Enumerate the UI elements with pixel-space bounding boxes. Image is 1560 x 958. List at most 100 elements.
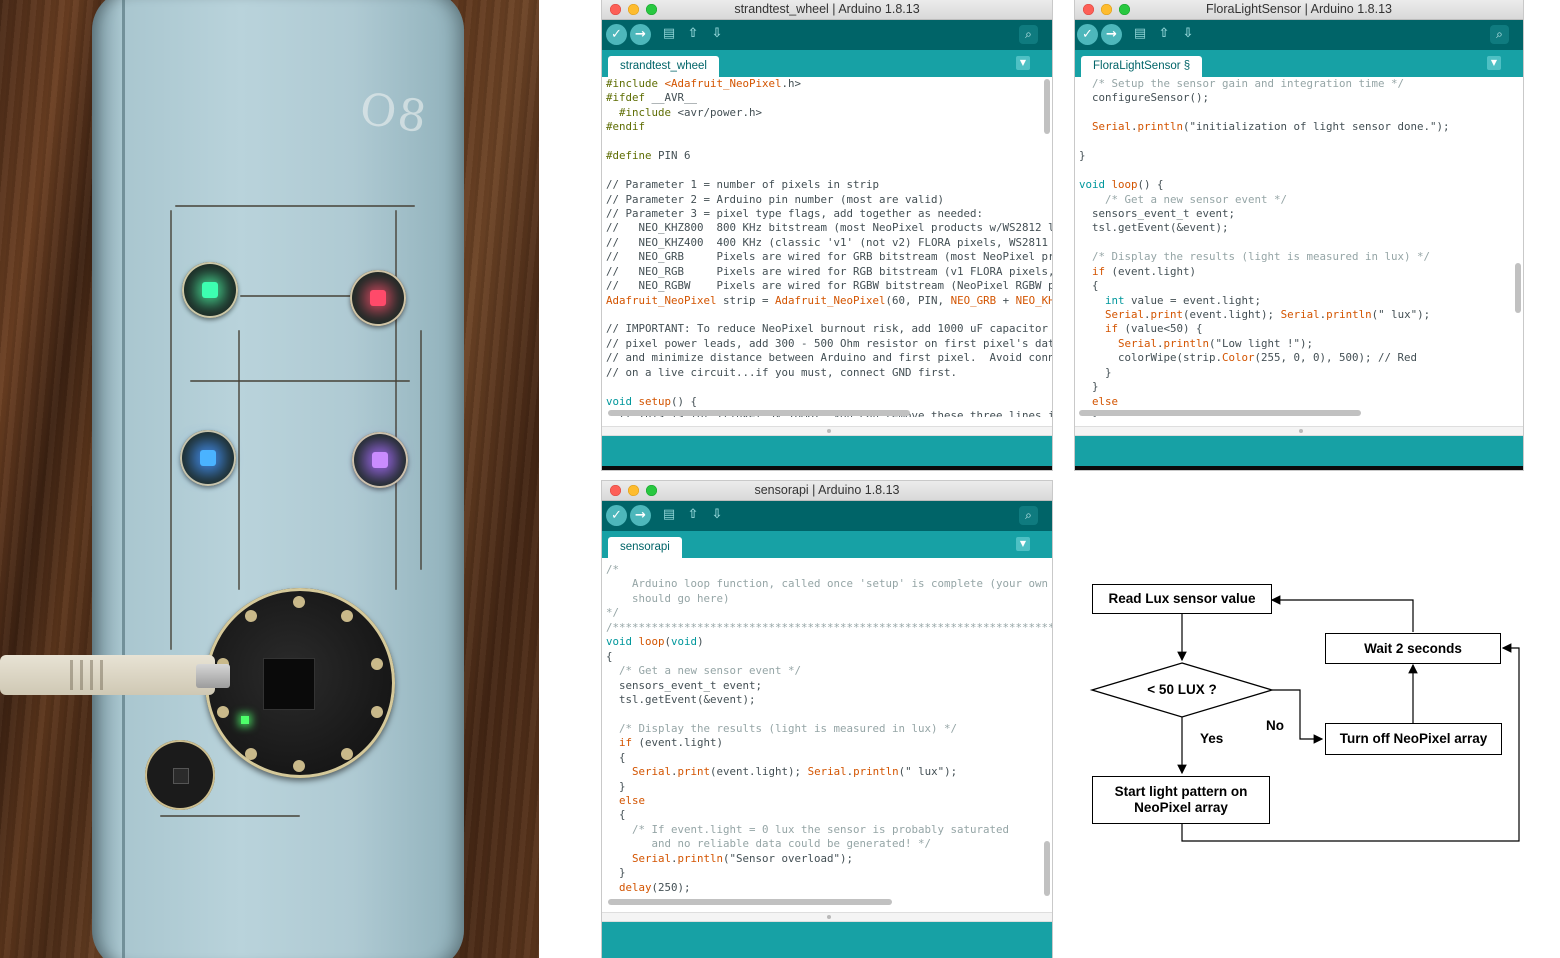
editor-console-divider[interactable] (602, 426, 1052, 436)
horizontal-scrollbar[interactable] (608, 410, 910, 416)
code-line[interactable]: Serial.print(event.light); Serial.printl… (606, 765, 1052, 779)
code-line[interactable]: } (606, 780, 1052, 794)
vertical-scrollbar[interactable] (1044, 79, 1050, 134)
new-sketch-button[interactable]: ▤ (660, 506, 678, 524)
verify-button[interactable]: ✓ (1077, 24, 1098, 45)
code-editor[interactable]: /* Arduino loop function, called once 's… (602, 558, 1052, 906)
code-line[interactable]: #include <avr/power.h> (606, 106, 1052, 120)
code-line[interactable]: // NEO_KHZ800 800 KHz bitstream (most Ne… (606, 221, 1052, 235)
upload-button[interactable]: → (1101, 24, 1122, 45)
code-line[interactable]: ​ (606, 135, 1052, 149)
code-line[interactable]: } (1079, 149, 1523, 163)
verify-button[interactable]: ✓ (606, 24, 627, 45)
code-line[interactable]: } (1079, 366, 1523, 380)
code-line[interactable]: // pixel power leads, add 300 - 500 Ohm … (606, 337, 1052, 351)
code-line[interactable]: { (606, 751, 1052, 765)
horizontal-scrollbar[interactable] (1079, 410, 1361, 416)
code-line[interactable]: { (1079, 279, 1523, 293)
open-sketch-button[interactable]: ⇧ (684, 25, 702, 43)
code-line[interactable]: colorWipe(strip.Color(255, 0, 0), 500); … (1079, 351, 1523, 365)
code-line[interactable]: } (606, 866, 1052, 880)
code-line[interactable]: else (606, 794, 1052, 808)
tab-menu-button[interactable]: ▼ (1016, 56, 1030, 70)
vertical-scrollbar[interactable] (1044, 841, 1050, 896)
code-line[interactable]: int value = event.light; (1079, 294, 1523, 308)
save-sketch-button[interactable]: ⇩ (1179, 25, 1197, 43)
code-line[interactable]: if (event.light) (606, 736, 1052, 750)
code-line[interactable]: tsl.getEvent(&event); (606, 693, 1052, 707)
code-line[interactable]: // NEO_RGB Pixels are wired for RGB bits… (606, 265, 1052, 279)
save-sketch-button[interactable]: ⇩ (708, 506, 726, 524)
serial-monitor-button[interactable]: ⌕ (1019, 506, 1038, 525)
tab-floralightsensor[interactable]: FloraLightSensor § (1081, 56, 1203, 77)
code-line[interactable]: /* If event.light = 0 lux the sensor is … (606, 823, 1052, 837)
code-editor[interactable]: /* Setup the sensor gain and integration… (1075, 77, 1523, 417)
tab-strandtest-wheel[interactable]: strandtest_wheel (608, 56, 719, 77)
code-text[interactable]: /* Arduino loop function, called once 's… (602, 558, 1052, 895)
editor-console-divider[interactable] (602, 912, 1052, 922)
code-line[interactable]: Adafruit_NeoPixel strip = Adafruit_NeoPi… (606, 294, 1052, 308)
code-line[interactable]: /***************************************… (606, 621, 1052, 635)
code-line[interactable]: { (606, 808, 1052, 822)
code-line[interactable]: ​ (606, 380, 1052, 394)
code-line[interactable]: if (value<50) { (1079, 322, 1523, 336)
code-line[interactable]: Serial.print(event.light); Serial.printl… (1079, 308, 1523, 322)
maximize-window-button[interactable] (646, 485, 657, 496)
code-line[interactable]: /* (606, 563, 1052, 577)
code-line[interactable]: ​ (1079, 236, 1523, 250)
title-bar[interactable]: sensorapi | Arduino 1.8.13 (602, 481, 1052, 501)
save-sketch-button[interactable]: ⇩ (708, 25, 726, 43)
close-window-button[interactable] (1083, 4, 1094, 15)
code-line[interactable]: { (606, 650, 1052, 664)
minimize-window-button[interactable] (628, 485, 639, 496)
upload-button[interactable]: → (630, 505, 651, 526)
title-bar[interactable]: strandtest_wheel | Arduino 1.8.13 (602, 0, 1052, 20)
code-line[interactable]: */ (606, 606, 1052, 620)
code-line[interactable]: // NEO_RGBW Pixels are wired for RGBW bi… (606, 279, 1052, 293)
code-line[interactable]: else (1079, 395, 1523, 409)
tab-menu-button[interactable]: ▼ (1487, 56, 1501, 70)
new-sketch-button[interactable]: ▤ (1131, 25, 1149, 43)
code-line[interactable]: and no reliable data could be generated!… (606, 837, 1052, 851)
open-sketch-button[interactable]: ⇧ (684, 506, 702, 524)
vertical-scrollbar[interactable] (1515, 263, 1521, 313)
tab-sensorapi[interactable]: sensorapi (608, 537, 682, 558)
code-line[interactable]: // NEO_GRB Pixels are wired for GRB bits… (606, 250, 1052, 264)
open-sketch-button[interactable]: ⇧ (1155, 25, 1173, 43)
tab-menu-button[interactable]: ▼ (1016, 537, 1030, 551)
code-text[interactable]: /* Setup the sensor gain and integration… (1075, 77, 1523, 417)
editor-console-divider[interactable] (1075, 426, 1523, 436)
upload-button[interactable]: → (630, 24, 651, 45)
code-line[interactable]: sensors_event_t event; (1079, 207, 1523, 221)
code-line[interactable]: ​ (606, 707, 1052, 721)
code-line[interactable]: /* Get a new sensor event */ (606, 664, 1052, 678)
maximize-window-button[interactable] (1119, 4, 1130, 15)
code-line[interactable]: ​ (1079, 135, 1523, 149)
code-line[interactable]: #endif (606, 120, 1052, 134)
code-line[interactable]: // Parameter 2 = Arduino pin number (mos… (606, 193, 1052, 207)
code-line[interactable]: #define PIN 6 (606, 149, 1052, 163)
code-line[interactable]: /* Display the results (light is measure… (1079, 250, 1523, 264)
code-line[interactable]: /* Get a new sensor event */ (1079, 193, 1523, 207)
code-line[interactable]: Serial.println("Low light !"); (1079, 337, 1523, 351)
code-line[interactable]: if (event.light) (1079, 265, 1523, 279)
code-line[interactable]: Serial.println("initialization of light … (1079, 120, 1523, 134)
code-line[interactable]: // NEO_KHZ400 400 KHz (classic 'v1' (not… (606, 236, 1052, 250)
code-line[interactable]: // Parameter 1 = number of pixels in str… (606, 178, 1052, 192)
code-line[interactable]: #include <Adafruit_NeoPixel.h> (606, 77, 1052, 91)
code-line[interactable]: should go here) (606, 592, 1052, 606)
code-line[interactable]: void loop(void) (606, 635, 1052, 649)
code-line[interactable]: } (1079, 380, 1523, 394)
new-sketch-button[interactable]: ▤ (660, 25, 678, 43)
close-window-button[interactable] (610, 485, 621, 496)
maximize-window-button[interactable] (646, 4, 657, 15)
code-line[interactable]: configureSensor(); (1079, 91, 1523, 105)
code-line[interactable]: /* Setup the sensor gain and integration… (1079, 77, 1523, 91)
code-line[interactable]: sensors_event_t event; (606, 679, 1052, 693)
code-line[interactable]: ​ (1079, 164, 1523, 178)
verify-button[interactable]: ✓ (606, 505, 627, 526)
close-window-button[interactable] (610, 4, 621, 15)
code-line[interactable]: // Parameter 3 = pixel type flags, add t… (606, 207, 1052, 221)
code-line[interactable]: ​ (606, 164, 1052, 178)
minimize-window-button[interactable] (1101, 4, 1112, 15)
